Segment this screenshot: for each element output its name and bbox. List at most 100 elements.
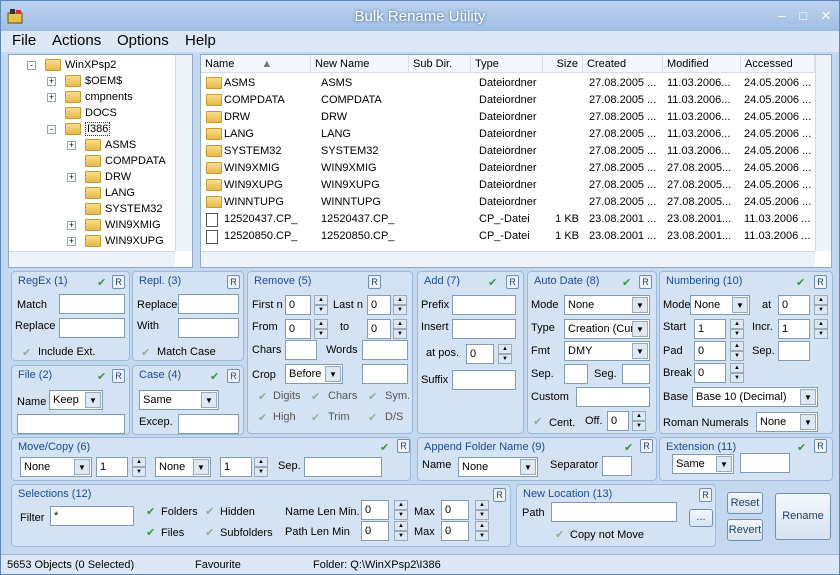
col-header-size[interactable]: Size — [543, 55, 583, 73]
trim-checkbox[interactable]: ✔ — [311, 411, 320, 424]
repl-with-input[interactable] — [178, 318, 239, 338]
num-pad-input[interactable]: 0 — [694, 341, 726, 361]
movecopy-num-1[interactable]: 1 — [96, 457, 128, 477]
ds-checkbox[interactable]: ✔ — [368, 411, 377, 424]
num-sep-input[interactable] — [778, 341, 810, 361]
tree-item[interactable]: I386 — [65, 121, 111, 137]
expand-toggle-icon[interactable]: + — [67, 141, 76, 150]
table-row[interactable]: LANG LANG Dateiordner 27.08.2005 ... 11.03.2… — [201, 126, 815, 143]
sym-checkbox[interactable]: ✔ — [368, 390, 377, 403]
hidden-checkbox[interactable]: ✔ — [205, 505, 214, 518]
browse-button[interactable]: ... — [689, 509, 713, 527]
tree-item[interactable]: WIN9XUPG — [85, 233, 164, 249]
match-case-checkbox[interactable]: ✔ — [141, 346, 150, 359]
to-input[interactable]: 0 — [367, 319, 391, 339]
tree-item[interactable]: WinXPsp2 — [45, 57, 116, 73]
expand-toggle-icon[interactable]: + — [47, 77, 56, 86]
regex-reset-button[interactable]: R — [112, 275, 125, 289]
movecopy-spinner-2[interactable]: ▲ ▼ — [254, 457, 268, 477]
chars-checkbox[interactable]: ✔ — [311, 390, 320, 403]
table-row[interactable]: 12520850.CP_ 12520850.CP_ CP_-Datei 1 KB 23.… — [201, 228, 815, 245]
file-reset-button[interactable]: R — [112, 369, 125, 383]
extension-select[interactable]: Same ▼ — [672, 454, 734, 474]
num-roman-select[interactable]: None ▼ — [756, 412, 818, 432]
regex-replace-input[interactable] — [59, 318, 125, 338]
appendfolder-reset-button[interactable]: R — [640, 439, 653, 453]
pathlen-max-input[interactable]: 0 — [441, 521, 469, 541]
digits-checkbox[interactable]: ✔ — [258, 390, 267, 403]
file-name-input[interactable] — [17, 414, 125, 434]
cent-checkbox[interactable]: ✔ — [533, 415, 542, 428]
regex-match-input[interactable] — [59, 294, 125, 314]
to-spinner[interactable]: ▲ ▼ — [393, 319, 407, 339]
firstn-spinner[interactable]: ▲ ▼ — [314, 295, 328, 315]
insert-input[interactable] — [452, 319, 516, 339]
from-spinner[interactable]: ▲ ▼ — [314, 319, 328, 339]
expand-toggle-icon[interactable]: + — [47, 93, 56, 102]
movecopy-spinner-1[interactable]: ▲ ▼ — [132, 457, 146, 477]
table-row[interactable]: DRW DRW Dateiordner 27.08.2005 ... 11.03.200… — [201, 109, 815, 126]
autodate-type-select[interactable]: Creation (Cur ▼ — [564, 319, 650, 339]
suffix-input[interactable] — [452, 370, 516, 390]
extension-input[interactable] — [740, 453, 790, 473]
expand-toggle-icon[interactable]: - — [27, 61, 36, 70]
num-mode-select[interactable]: None ▼ — [690, 295, 750, 315]
movecopy-select-2[interactable]: None ▼ — [155, 457, 211, 477]
excep-input[interactable] — [178, 414, 239, 434]
movecopy-num-2[interactable]: 1 — [220, 457, 252, 477]
tree-item[interactable]: DOCS — [65, 105, 117, 121]
menu-help[interactable]: Help — [185, 32, 216, 49]
atpos-spinner[interactable]: ▲ ▼ — [498, 344, 512, 364]
newlocation-reset-button[interactable]: R — [699, 488, 712, 502]
rename-button[interactable]: Rename — [775, 493, 831, 540]
list-vscrollbar[interactable] — [815, 55, 831, 251]
path-input[interactable] — [551, 502, 677, 522]
tree-item[interactable]: cmpnents — [65, 89, 133, 105]
tree-item[interactable]: WIN9XMIG — [85, 217, 161, 233]
add-reset-button[interactable]: R — [506, 275, 519, 289]
firstn-input[interactable]: 0 — [285, 295, 311, 315]
movecopy-reset-button[interactable]: R — [397, 439, 410, 453]
movecopy-sep-input[interactable] — [304, 457, 382, 477]
menu-options[interactable]: Options — [117, 32, 169, 49]
revert-button[interactable]: Revert — [727, 519, 763, 541]
high-checkbox[interactable]: ✔ — [258, 411, 267, 424]
autodate-sep-input[interactable] — [564, 364, 588, 384]
movecopy-select-1[interactable]: None ▼ — [20, 457, 92, 477]
lastn-spinner[interactable]: ▲ ▼ — [393, 295, 407, 315]
autodate-custom-input[interactable] — [576, 387, 650, 407]
namelen-spinner[interactable]: ▲ ▼ — [394, 500, 408, 520]
crop-select[interactable]: Before ▼ — [285, 364, 343, 384]
include-ext-checkbox[interactable]: ✔ — [22, 346, 31, 359]
expand-toggle-icon[interactable]: + — [67, 173, 76, 182]
num-start-spinner[interactable]: ▲ ▼ — [730, 319, 744, 339]
menu-actions[interactable]: Actions — [52, 32, 101, 49]
words-input[interactable] — [362, 340, 408, 360]
namelen-max-input[interactable]: 0 — [441, 500, 469, 520]
remove-reset-button[interactable]: R — [368, 275, 381, 289]
tree-item[interactable]: COMPDATA — [85, 153, 166, 169]
col-header-created[interactable]: Created — [583, 55, 663, 73]
file-list[interactable]: Name ▲ New Name Sub Dir. Type Size Creat… — [200, 54, 832, 268]
pathlen-spinner[interactable]: ▲ ▼ — [394, 521, 408, 541]
menu-file[interactable]: File — [12, 32, 36, 49]
off-spinner[interactable]: ▲ ▼ — [632, 411, 646, 431]
tree-item[interactable]: LANG — [85, 185, 135, 201]
table-row[interactable]: SYSTEM32 SYSTEM32 Dateiordner 27.08.2005 ..… — [201, 143, 815, 160]
table-row[interactable]: 12520437.CP_ 12520437.CP_ CP_-Datei 1 KB 23.… — [201, 211, 815, 228]
pathlen-input[interactable]: 0 — [361, 521, 389, 541]
close-button[interactable]: ✕ — [815, 7, 837, 25]
num-base-select[interactable]: Base 10 (Decimal) ▼ — [692, 387, 818, 407]
numbering-reset-button[interactable]: R — [814, 275, 827, 289]
minimize-button[interactable]: – — [771, 7, 793, 25]
col-header-newname[interactable]: New Name — [311, 55, 409, 73]
selections-reset-button[interactable]: R — [493, 488, 506, 502]
repl-replace-input[interactable] — [178, 294, 239, 314]
num-start-input[interactable]: 1 — [694, 319, 726, 339]
expand-toggle-icon[interactable]: + — [67, 221, 76, 230]
case-select[interactable]: Same ▼ — [139, 390, 219, 410]
chars-input[interactable] — [285, 340, 317, 360]
num-incr-spinner[interactable]: ▲ ▼ — [814, 319, 828, 339]
files-checkbox[interactable]: ✔ — [146, 526, 155, 539]
num-pad-spinner[interactable]: ▲ ▼ — [730, 341, 744, 361]
